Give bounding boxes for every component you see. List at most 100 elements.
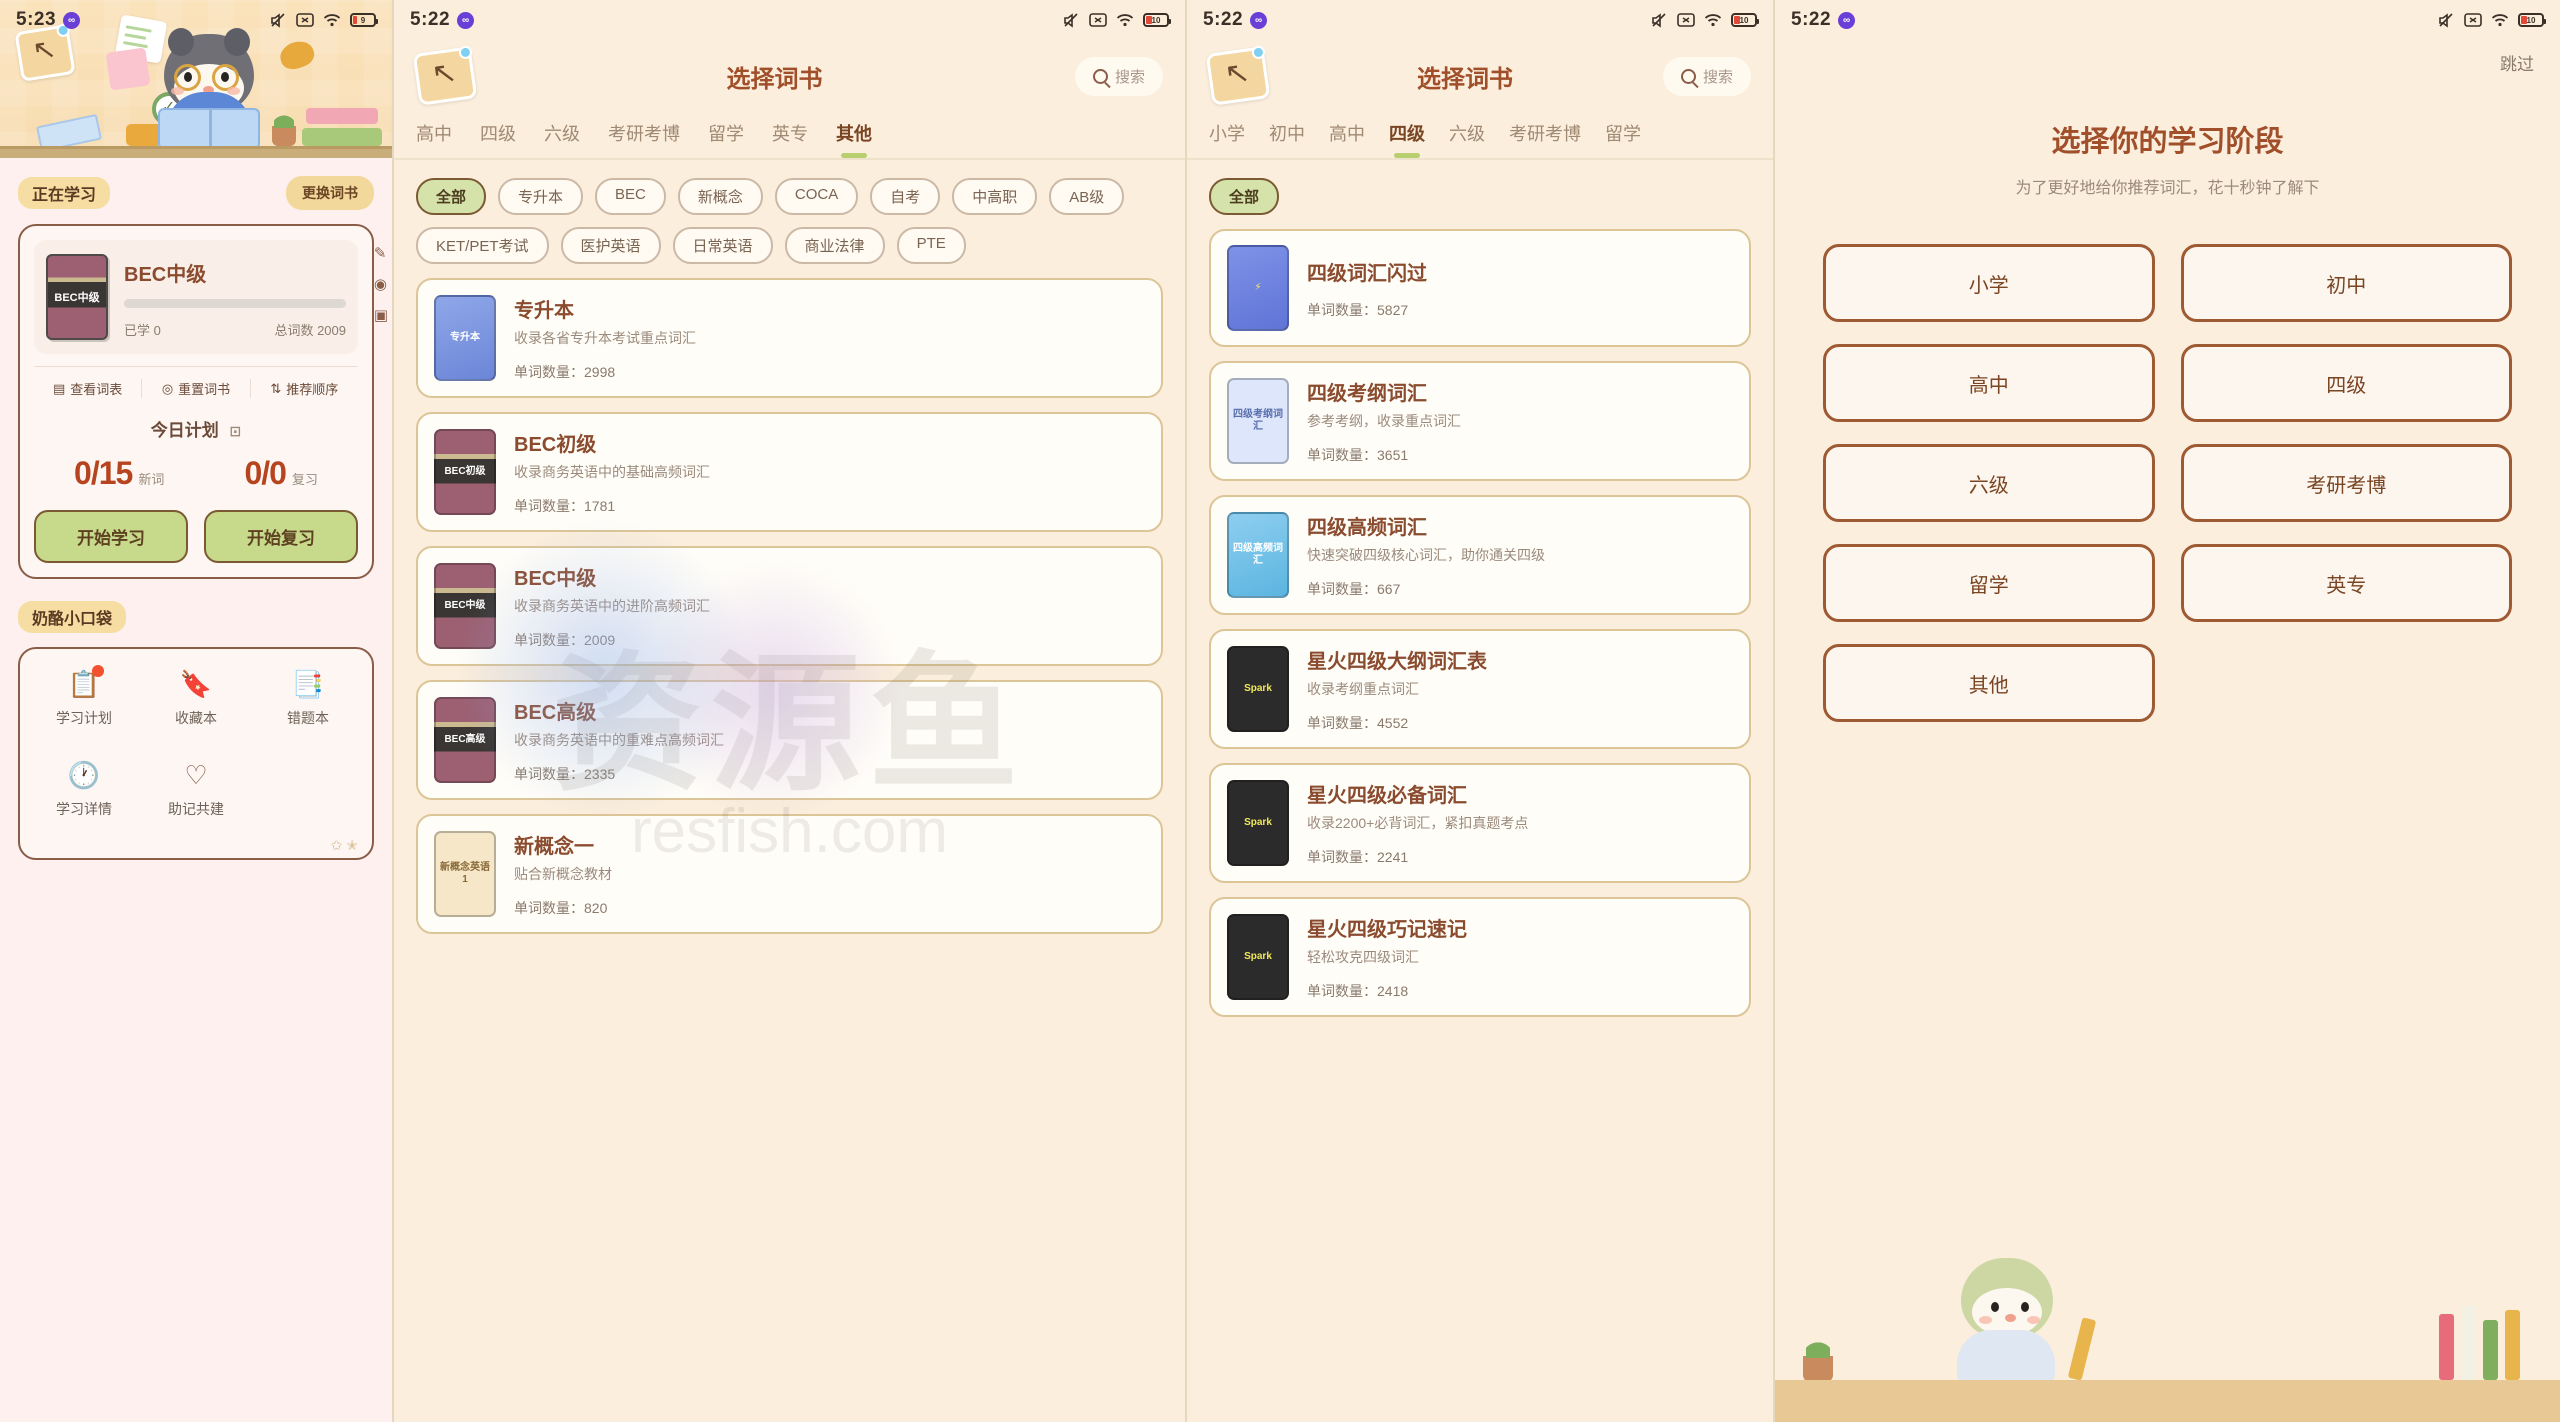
app-dot-icon: ∞ [1838, 11, 1856, 29]
tool-mnemonic[interactable]: ♡ 助记共建 [140, 746, 252, 837]
tab-kaoyan[interactable]: 考研考博 [1509, 120, 1581, 158]
tab-gaozhong[interactable]: 高中 [1329, 120, 1365, 158]
list-item[interactable]: 四级高频词汇 四级高频词汇 快速突破四级核心词汇，助你通关四级 单词数量：667 [1209, 495, 1751, 615]
sort-icon: ⇅ [270, 380, 282, 396]
list-item[interactable]: BEC中级 BEC中级 收录商务英语中的进阶高频词汇 单词数量：2009 [416, 546, 1163, 666]
search-button[interactable]: 搜索 [1074, 56, 1163, 96]
book-cover: Spark [1227, 646, 1289, 732]
nfc-icon [2464, 13, 2482, 27]
chip-pte[interactable]: PTE [896, 227, 966, 264]
bookmark-icon: 🔖 [179, 669, 213, 699]
tab-liuxue[interactable]: 留学 [1605, 120, 1641, 158]
search-button[interactable]: 搜索 [1662, 56, 1751, 96]
list-item[interactable]: 新概念英语1 新概念一 贴合新概念教材 单词数量：820 [416, 814, 1163, 934]
book-title: BEC高级 [514, 702, 597, 724]
section-label-studying: 正在学习 [18, 177, 111, 209]
stage-option-gaozhong[interactable]: 高中 [1823, 344, 2155, 422]
book-count: 单词数量：2998 [514, 364, 616, 380]
current-book-card[interactable]: BEC中级 BEC中级 已学 0 总词数 2009 ✎ ◉ ▣ ▤ 查看词表 ◎… [18, 224, 388, 579]
tool-favorites[interactable]: 🔖 收藏本 [140, 655, 252, 746]
tool-study-plan[interactable]: 📋 学习计划 [28, 655, 140, 746]
tab-kaoyan[interactable]: 考研考博 [608, 120, 680, 158]
error-book-icon: 📑 [291, 669, 325, 699]
book-title: 星火四级大纲词汇表 [1307, 651, 1487, 673]
tab-siji[interactable]: 四级 [1389, 120, 1425, 158]
stage-option-yingzhuan[interactable]: 英专 [2180, 544, 2512, 622]
stage-option-liuji[interactable]: 六级 [1823, 444, 2155, 522]
book-count: 单词数量：2335 [514, 766, 616, 782]
view-wordlist-button[interactable]: ▤ 查看词表 [34, 379, 141, 398]
stage-option-qita[interactable]: 其他 [1823, 644, 2155, 722]
stage-option-siji[interactable]: 四级 [2180, 344, 2512, 422]
tab-chuzhong[interactable]: 初中 [1269, 120, 1305, 158]
back-note-icon[interactable] [412, 45, 478, 106]
chip-bec[interactable]: BEC [595, 178, 666, 215]
list-item[interactable]: BEC初级 BEC初级 收录商务英语中的基础高频词汇 单词数量：1781 [416, 412, 1163, 532]
chip-ketpet[interactable]: KET/PET考试 [416, 227, 549, 264]
chip-all[interactable]: 全部 [1209, 178, 1280, 215]
start-study-button[interactable]: 开始学习 [34, 510, 188, 563]
list-item[interactable]: 四级考纲词汇 四级考纲词汇 参考考纲，收录重点词汇 单词数量：3651 [1209, 361, 1751, 481]
status-bar-4: 5:22 ∞ 10 [1775, 0, 2560, 40]
panel3-filter-chips: 全部 [1187, 160, 1773, 223]
tab-yingzhuan[interactable]: 英专 [772, 120, 808, 158]
tab-liuji[interactable]: 六级 [1449, 120, 1485, 158]
edit-square-icon[interactable]: ⊡ [230, 423, 242, 439]
change-book-button[interactable]: 更换词书 [286, 176, 374, 210]
stage-options-grid: 小学 初中 高中 四级 六级 考研考博 留学 英专 其他 [1775, 198, 2560, 722]
tab-gaozhong[interactable]: 高中 [416, 120, 452, 158]
list-item[interactable]: BEC高级 BEC高级 收录商务英语中的重难点高频词汇 单词数量：2335 [416, 680, 1163, 800]
tab-liuji[interactable]: 六级 [544, 120, 580, 158]
pencil-icon [2067, 1317, 2097, 1381]
new-words-value: 0/15 [74, 455, 133, 491]
tab-qita[interactable]: 其他 [836, 120, 872, 158]
reset-book-button[interactable]: ◎ 重置词书 [141, 379, 249, 398]
list-item[interactable]: ⚡ 四级词汇闪过 单词数量：5827 [1209, 229, 1751, 347]
chip-coca[interactable]: COCA [774, 178, 859, 215]
chip-zhonggaozhi[interactable]: 中高职 [952, 178, 1038, 215]
start-review-button[interactable]: 开始复习 [204, 510, 358, 563]
chip-xinjainian[interactable]: 新概念 [677, 178, 763, 215]
chip-zikao[interactable]: 自考 [870, 178, 941, 215]
list-item[interactable]: Spark 星火四级巧记速记 轻松攻克四级词汇 单词数量：2418 [1209, 897, 1751, 1017]
list-item[interactable]: Spark 星火四级大纲词汇表 收录考纲重点词汇 单词数量：4552 [1209, 629, 1751, 749]
chip-yihu[interactable]: 医护英语 [560, 227, 661, 264]
desk-lamp-icon [276, 37, 318, 73]
book-desc: 收录考纲重点词汇 [1307, 681, 1419, 697]
headphone-icon[interactable]: ◉ [374, 275, 388, 293]
chip-richang[interactable]: 日常英语 [672, 227, 773, 264]
book-desc: 收录商务英语中的进阶高频词汇 [514, 598, 710, 614]
back-note-icon[interactable] [1205, 45, 1271, 106]
search-icon [1092, 68, 1108, 84]
status-time: 5:22 [1203, 9, 1244, 30]
plant-icon [1803, 1336, 1833, 1382]
edit-icon[interactable]: ✎ [374, 244, 388, 262]
book-icon[interactable]: ▣ [374, 306, 388, 324]
tab-siji[interactable]: 四级 [480, 120, 516, 158]
tab-liuxue[interactable]: 留学 [708, 120, 744, 158]
battery-icon: 10 [2518, 13, 2546, 27]
list-item[interactable]: 专升本 专升本 收录各省专升本考试重点词汇 单词数量：2998 [416, 278, 1163, 398]
skip-button[interactable]: 跳过 [2500, 50, 2534, 75]
chip-all[interactable]: 全部 [416, 178, 487, 215]
list-item[interactable]: Spark 星火四级必备词汇 收录2200+必背词汇，紧扣真题考点 单词数量：2… [1209, 763, 1751, 883]
stage-option-xiaoxue[interactable]: 小学 [1823, 244, 2155, 322]
sort-order-button[interactable]: ⇅ 推荐顺序 [249, 379, 358, 398]
book-cover-label: BEC中级 [54, 292, 100, 304]
mute-icon [270, 12, 287, 28]
stage-option-kaoyan[interactable]: 考研考博 [2180, 444, 2512, 522]
stage-option-chuzhong[interactable]: 初中 [2180, 244, 2512, 322]
tool-error-book[interactable]: 📑 错题本 [252, 655, 364, 746]
tool-study-detail[interactable]: 🕐 学习详情 [28, 746, 140, 837]
chip-zhuanshengben[interactable]: 专升本 [498, 178, 584, 215]
pocket-card: 📋 学习计划 🔖 收藏本 📑 错题本 🕐 学习详情 ♡ 助记共建 ✩ ✭ [18, 647, 374, 860]
chip-shangye[interactable]: 商业法律 [784, 227, 885, 264]
wifi-icon [1704, 13, 1722, 27]
page-title: 选择词书 [1416, 65, 1513, 93]
mascot-hamster [148, 28, 270, 148]
tab-xiaoxue[interactable]: 小学 [1209, 120, 1245, 158]
stage-option-liuxue[interactable]: 留学 [1823, 544, 2155, 622]
book-title: 新概念一 [514, 836, 594, 858]
book-title: 专升本 [514, 300, 574, 322]
chip-abji[interactable]: AB级 [1049, 178, 1125, 215]
